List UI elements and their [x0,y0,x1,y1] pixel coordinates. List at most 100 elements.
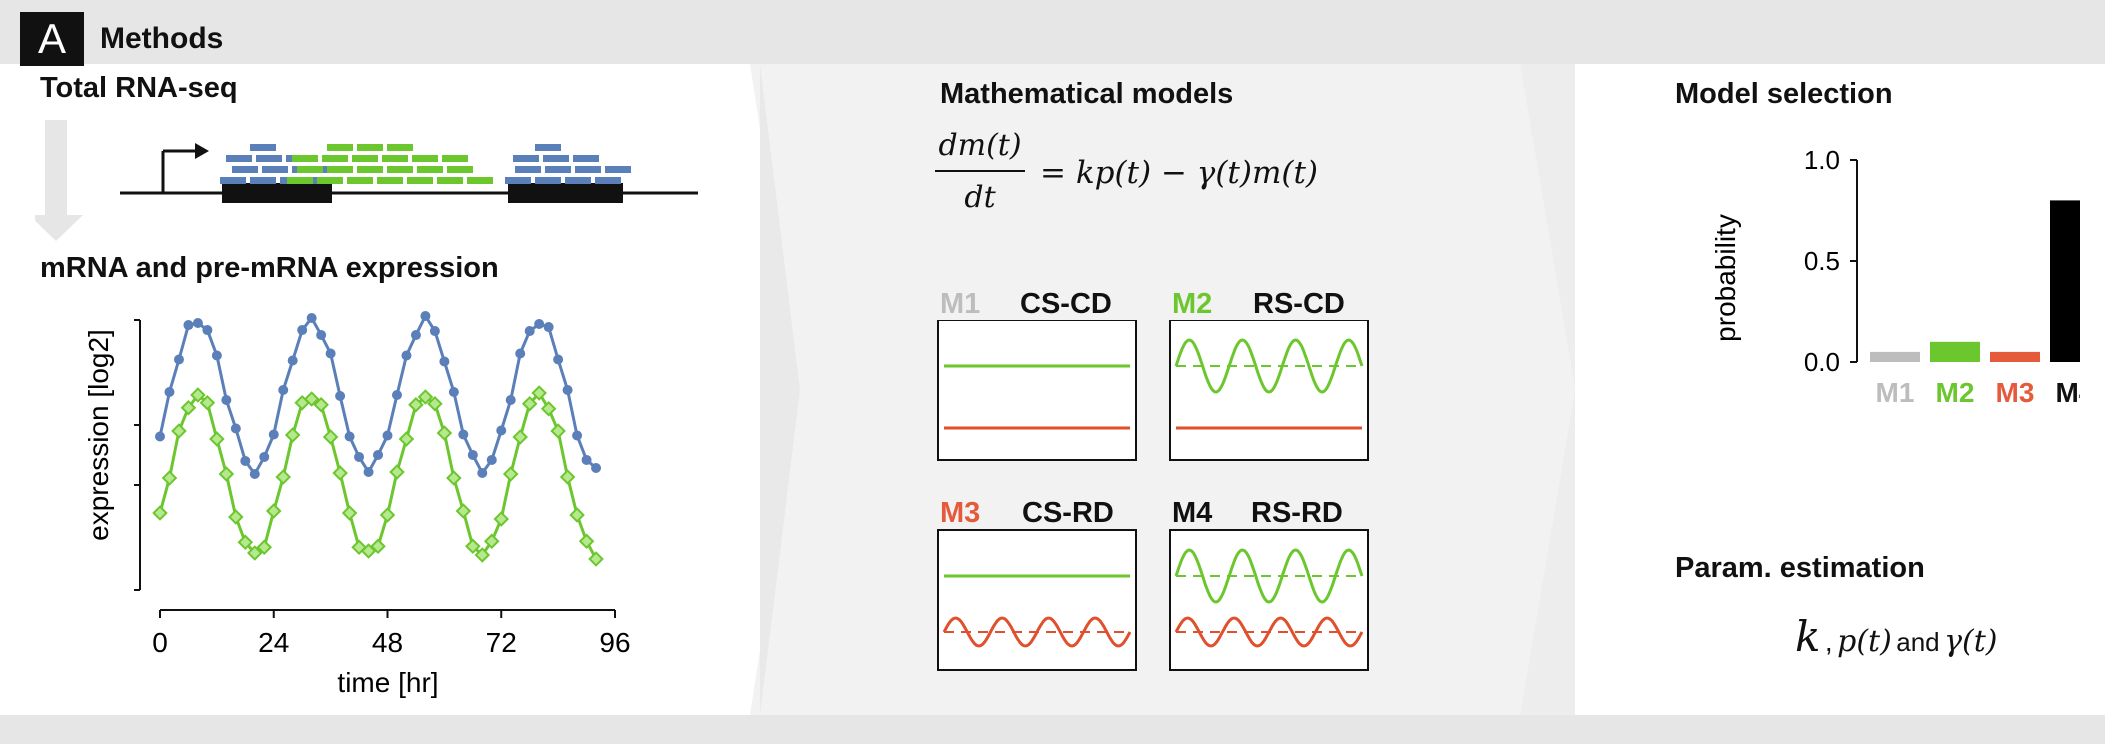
down-arrow-icon [35,120,83,241]
series-point [591,463,602,473]
intron-read [407,177,433,184]
series-point [230,423,241,434]
series-point [448,387,459,397]
series-point [363,467,374,477]
series-point [410,330,421,341]
exon1-read [226,155,252,162]
expression-plot-title: mRNA and pre-mRNA expression [40,252,499,284]
series-point [543,322,554,333]
y-tick-label: 1.0 [1804,145,1840,175]
model-selection-chart: probability 0.0 0.5 1.0 M1 M2 M3 M4 [1710,145,2080,408]
exon1-read [262,166,288,173]
intron-read [467,177,493,184]
exon2-read [595,177,621,184]
series-point [325,348,336,359]
series-point [171,423,187,439]
rnaseq-diagram [35,120,698,241]
equation-rhs: = kp(t) − γ(t)m(t) [1040,155,1319,191]
y-tick-label: 0.5 [1804,246,1840,276]
series-point [515,348,526,359]
exon2-read [515,166,541,173]
param-k: k [1795,612,1821,661]
series-point [209,431,225,447]
series-point [581,454,592,465]
series-point [379,507,396,523]
intron-read [412,155,438,162]
series-point [512,429,528,445]
intron-read [442,155,468,162]
exon2-read [565,177,591,184]
intron-read [317,177,343,184]
exon2-read [535,144,561,151]
intron-read [327,166,353,173]
intron-read [292,155,318,162]
series-point [401,350,412,361]
intron-read [417,166,443,173]
series-point [505,395,516,405]
expression-xlabel: time [hr] [337,667,438,698]
bar-label-m2: M2 [1936,377,1975,408]
expression-plot: expression [log2] 0 24 48 72 96 time [hr] [83,311,631,698]
series-point [164,387,175,397]
series-point [228,509,244,525]
series-point [429,326,440,337]
series-point [436,425,453,441]
intron-read [322,155,348,162]
intron-read [297,166,323,173]
series-point [173,354,184,365]
series-point [265,503,282,519]
param-list: k , p(t) and γ(t) [1795,612,1998,661]
series-point [446,470,462,486]
series-point [496,425,507,436]
exon2-read [543,155,569,162]
series-point [550,423,566,439]
model-m3-box [937,529,1137,671]
bar-m3 [1990,351,2040,362]
x-tick-label: 72 [486,627,517,658]
series-point [588,551,604,567]
series-point [335,391,346,401]
series-point [420,311,431,321]
intron-read [387,166,413,173]
bar-label-m3: M3 [1996,377,2035,408]
series-point [259,451,270,462]
exon-1 [222,183,332,203]
series-point [540,400,557,417]
series-point [467,449,478,460]
series-point [486,454,497,465]
model-selection-title: Model selection [1675,78,1893,110]
x-tick-label: 48 [372,627,403,658]
intron-read [387,144,413,151]
series-point [389,464,405,480]
param-and: and [1896,627,1940,657]
exon2-read [513,155,539,162]
intron-read [382,155,408,162]
promoter-arrow-icon [161,143,209,193]
intron-read [357,166,383,173]
series-point [493,511,510,527]
exon2-read [545,166,571,173]
series-point [287,355,298,366]
exon1-read [250,144,276,151]
model-m1-id: M1 [940,288,981,320]
series-point [284,427,301,443]
exon1-read [256,155,282,162]
param-comma: , [1824,626,1833,657]
exon1-read [250,177,276,184]
series-point [578,533,595,550]
series-point [211,350,222,361]
series-point [439,356,450,367]
series-point [398,431,415,447]
series-point [572,430,583,441]
param-estimation-title: Param. estimation [1675,552,1925,584]
x-tick-label: 96 [599,627,630,658]
equation-denominator: dt [964,180,996,215]
series-point [569,507,585,523]
series-point [192,318,203,328]
series-point [240,455,251,466]
series-point [382,430,393,441]
model-m4-box [1169,529,1369,671]
bar-m1 [1870,351,1920,362]
series-point [152,505,168,521]
equation-numerator: dm(t) [938,128,1022,163]
